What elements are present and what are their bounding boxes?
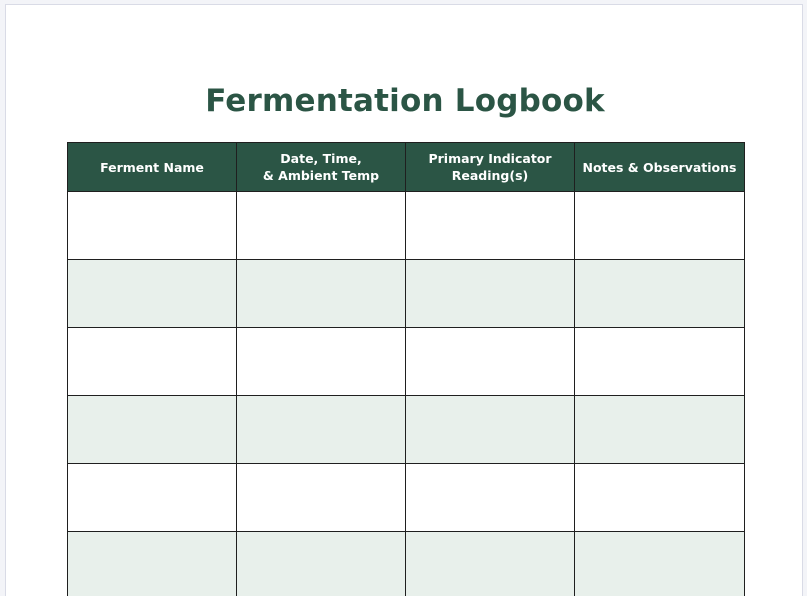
table-cell[interactable]	[405, 191, 575, 260]
table-cell[interactable]	[405, 327, 575, 396]
column-header-primary-indicator: Primary Indicator Reading(s)	[405, 142, 575, 192]
table-cell[interactable]	[67, 259, 237, 328]
table-header-row: Ferment Name Date, Time, & Ambient Temp …	[67, 142, 745, 192]
table-cell[interactable]	[574, 191, 745, 260]
table-cell[interactable]	[67, 395, 237, 464]
table-cell[interactable]	[405, 531, 575, 596]
table-cell[interactable]	[67, 191, 237, 260]
table-cell[interactable]	[236, 531, 406, 596]
table-cell[interactable]	[574, 327, 745, 396]
table-cell[interactable]	[236, 191, 406, 260]
table-cell[interactable]	[67, 327, 237, 396]
logbook-page: Fermentation Logbook Ferment Name Date, …	[5, 4, 803, 596]
table-cell[interactable]	[405, 259, 575, 328]
table-row	[67, 463, 745, 532]
table-cell[interactable]	[67, 463, 237, 532]
table-cell[interactable]	[67, 531, 237, 596]
page-title: Fermentation Logbook	[205, 83, 605, 119]
fermentation-log-table: Ferment Name Date, Time, & Ambient Temp …	[67, 142, 745, 596]
table-row	[67, 531, 745, 596]
table-cell[interactable]	[574, 531, 745, 596]
table-cell[interactable]	[574, 395, 745, 464]
table-cell[interactable]	[236, 463, 406, 532]
column-header-notes: Notes & Observations	[574, 142, 745, 192]
table-cell[interactable]	[236, 395, 406, 464]
table-row	[67, 259, 745, 328]
table-cell[interactable]	[405, 463, 575, 532]
table-cell[interactable]	[574, 463, 745, 532]
table-row	[67, 395, 745, 464]
table-cell[interactable]	[236, 327, 406, 396]
column-header-date-time-temp: Date, Time, & Ambient Temp	[236, 142, 406, 192]
table-row	[67, 327, 745, 396]
table-cell[interactable]	[405, 395, 575, 464]
table-cell[interactable]	[574, 259, 745, 328]
table-row	[67, 191, 745, 260]
column-header-ferment-name: Ferment Name	[67, 142, 237, 192]
table-cell[interactable]	[236, 259, 406, 328]
